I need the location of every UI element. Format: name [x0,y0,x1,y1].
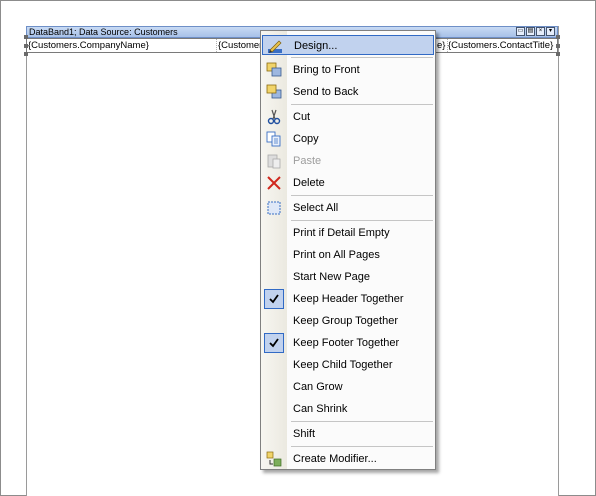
bring-to-front-icon [266,62,282,77]
field-contact-title[interactable]: {Customers.ContactTitle} [448,39,556,52]
send-to-back-icon [266,84,282,99]
paste-icon [267,154,281,169]
menu-label: Copy [293,133,319,145]
menu-item-paste[interactable]: Paste [262,151,434,171]
menu-item-design[interactable]: Design... [262,35,434,55]
dropdown-icon[interactable]: ▾ [546,27,555,36]
menu-item-can-grow[interactable]: Can Grow [262,377,434,397]
menu-label: Shift [293,428,316,440]
collapse-icon[interactable]: ▭ [516,27,525,36]
menu-item-select-all[interactable]: Select All [262,198,434,218]
menu-item-shift[interactable]: Shift [262,424,434,444]
resize-handle[interactable] [24,35,28,39]
menu-label: Start New Page [293,271,371,283]
menu-label: Keep Header Together [293,293,404,305]
menu-separator [291,220,433,221]
menu-label: Paste [293,155,322,167]
check-icon [264,333,284,353]
menu-label: Print on All Pages [293,249,380,261]
menu-item-keep-footer-together[interactable]: Keep Footer Together [262,333,434,353]
menu-item-start-new-page[interactable]: Start New Page [262,267,434,287]
menu-label: Create Modifier... [293,453,377,465]
context-menu: Design... Bring to Front Send to Back Cu… [260,30,436,470]
menu-label: Bring to Front [293,64,360,76]
menu-item-cut[interactable]: Cut [262,107,434,127]
resize-handle[interactable] [24,44,28,48]
field-company-name[interactable]: {Customers.CompanyName} [28,39,217,52]
menu-item-delete[interactable]: Delete [262,173,434,193]
check-icon [264,289,284,309]
menu-label: Can Grow [293,381,343,393]
resize-handle[interactable] [556,35,560,39]
resize-handle[interactable] [556,44,560,48]
sort-icon[interactable]: ▤ [526,27,535,36]
delete-x-icon [267,176,281,190]
menu-label: Design... [294,40,338,52]
field-partial[interactable]: e} [437,39,448,52]
menu-label: Send to Back [293,86,359,98]
scissors-icon [267,109,281,125]
menu-item-can-shrink[interactable]: Can Shrink [262,399,434,419]
menu-separator [291,57,433,58]
menu-label: Keep Group Together [293,315,398,327]
menu-item-copy[interactable]: Copy [262,129,434,149]
menu-item-print-if-detail-empty[interactable]: Print if Detail Empty [262,223,434,243]
menu-item-keep-child-together[interactable]: Keep Child Together [262,355,434,375]
menu-item-keep-header-together[interactable]: Keep Header Together [262,289,434,309]
menu-label: Print if Detail Empty [293,227,390,239]
menu-item-print-on-all-pages[interactable]: Print on All Pages [262,245,434,265]
menu-item-send-to-back[interactable]: Send to Back [262,82,434,102]
filter-icon[interactable]: × [536,27,545,36]
menu-separator [291,104,433,105]
menu-label: Cut [293,111,311,123]
resize-handle[interactable] [24,52,28,56]
band-buttons: ▭ ▤ × ▾ [516,27,555,36]
menu-label: Keep Footer Together [293,337,400,349]
design-icon [268,40,282,53]
select-all-icon [267,201,281,215]
menu-label: Can Shrink [293,403,348,415]
menu-item-bring-to-front[interactable]: Bring to Front [262,60,434,80]
copy-icon [266,131,281,147]
create-modifier-icon [266,451,282,467]
menu-label: Keep Child Together [293,359,393,371]
menu-separator [291,446,433,447]
menu-label: Select All [293,202,339,214]
resize-handle[interactable] [556,52,560,56]
menu-separator [291,421,433,422]
menu-item-create-modifier[interactable]: Create Modifier... [262,449,434,469]
menu-separator [291,195,433,196]
menu-label: Delete [293,177,325,189]
menu-item-keep-group-together[interactable]: Keep Group Together [262,311,434,331]
databand-title: DataBand1; Data Source: Customers [29,27,178,37]
